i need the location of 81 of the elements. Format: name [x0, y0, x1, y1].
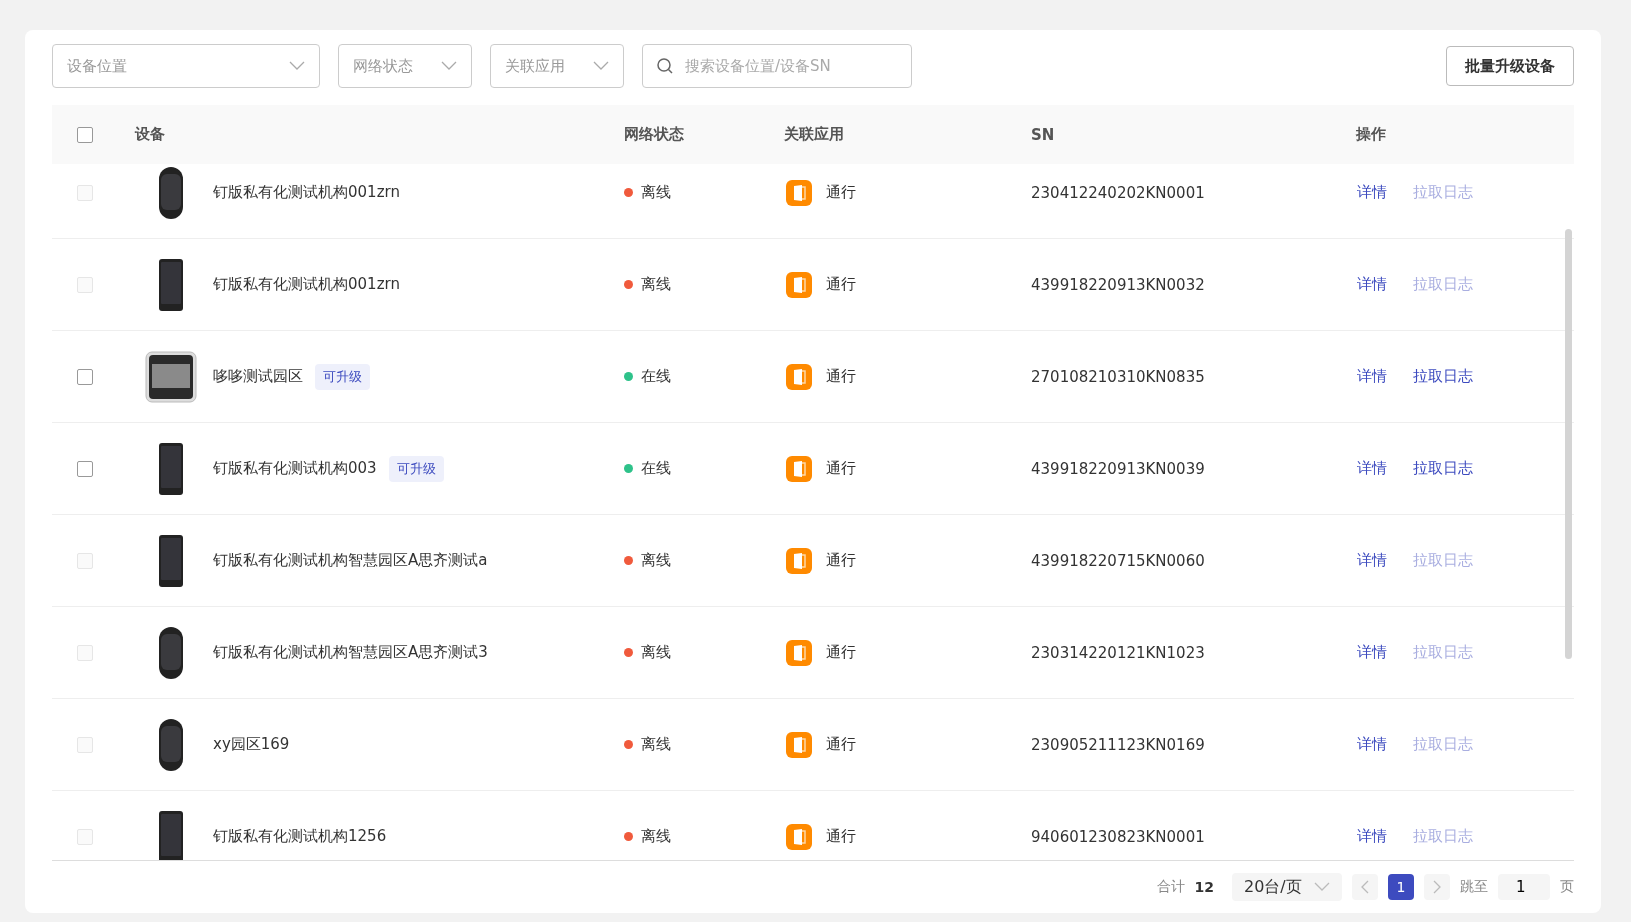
chevron-right-icon: [1433, 880, 1441, 894]
status-text: 离线: [641, 735, 671, 754]
status-text: 离线: [641, 643, 671, 662]
jump-label: 跳至: [1460, 878, 1488, 896]
upgradable-badge: 可升级: [388, 455, 444, 482]
device-icon: [158, 441, 184, 496]
next-page-button[interactable]: [1424, 874, 1450, 900]
chevron-down-icon: [1314, 882, 1330, 892]
device-name: 哆哆测试园区: [213, 367, 303, 386]
status-text: 在线: [641, 459, 671, 478]
serial-number: 270108210310KN0835: [1031, 367, 1205, 386]
row-checkbox[interactable]: [76, 460, 93, 477]
door-icon: [786, 363, 812, 390]
serial-number: 439918220715KN0060: [1031, 551, 1205, 570]
door-icon: [786, 823, 812, 850]
device-name: 钉版私有化测试机构003: [213, 459, 377, 478]
search-icon: [656, 57, 674, 75]
status-text: 离线: [641, 183, 671, 202]
page-unit-label: 页: [1560, 878, 1574, 896]
serial-number: 230905211123KN0169: [1031, 735, 1205, 754]
device-name: 钉版私有化测试机构001zrn: [213, 275, 400, 294]
page-number-button[interactable]: 1: [1388, 874, 1414, 900]
chevron-left-icon: [1361, 880, 1369, 894]
device-icon: [158, 717, 184, 772]
column-header: 设备: [135, 125, 165, 144]
chevron-down-icon: [593, 61, 609, 71]
total-count: 12: [1194, 879, 1214, 895]
door-icon: [786, 271, 812, 298]
app-name: 通行: [826, 183, 856, 202]
serial-number: 230314220121KN1023: [1031, 643, 1205, 662]
device-icon: [158, 625, 184, 680]
device-name: 钉版私有化测试机构001zrn: [213, 183, 400, 202]
total-label: 合计: [1156, 878, 1185, 896]
upgradable-badge: 可升级: [315, 363, 370, 390]
chevron-down-icon: [289, 61, 305, 71]
app-name: 通行: [826, 827, 856, 846]
search-field[interactable]: 搜索设备位置/设备SN: [642, 44, 912, 88]
app-name: 通行: [826, 735, 856, 754]
action-link[interactable]: 拉取日志: [1413, 459, 1473, 478]
device-name: 钉版私有化测试机构智慧园区A思齐测试a: [213, 551, 488, 570]
door-icon: [786, 731, 812, 758]
device-icon: [158, 809, 184, 860]
serial-number: 439918220913KN0032: [1031, 275, 1205, 294]
device-name: 钉版私有化测试机构智慧园区A思齐测试3: [213, 643, 488, 662]
app-name: 通行: [826, 643, 856, 662]
device-icon: [145, 350, 197, 403]
door-icon: [786, 455, 812, 482]
column-header: 网络状态: [624, 125, 684, 144]
device-icon: [158, 165, 184, 220]
select-all-checkbox[interactable]: [76, 126, 93, 143]
serial-number: 439918220913KN0039: [1031, 459, 1205, 478]
app-name: 通行: [826, 459, 856, 478]
serial-number: 940601230823KN0001: [1031, 827, 1205, 846]
scrollbar[interactable]: [1565, 229, 1572, 659]
device-icon: [158, 533, 184, 588]
app-name: 通行: [826, 275, 856, 294]
batch-upgrade-button[interactable]: 批量升级设备: [1446, 46, 1574, 86]
serial-number: 230412240202KN0001: [1031, 183, 1205, 202]
device-name: 钉版私有化测试机构1256: [213, 827, 387, 846]
column-header: 关联应用: [784, 125, 844, 144]
previous-page-button[interactable]: [1352, 874, 1378, 900]
status-text: 在线: [641, 367, 671, 386]
action-link[interactable]: 拉取日志: [1413, 367, 1473, 386]
status-text: 离线: [641, 275, 671, 294]
app-name: 通行: [826, 367, 856, 386]
device-name: xy园区169: [213, 735, 290, 754]
door-icon: [786, 179, 812, 206]
chevron-down-icon: [441, 61, 457, 71]
device-icon: [158, 257, 184, 312]
app-name: 通行: [826, 551, 856, 570]
status-text: 离线: [641, 551, 671, 570]
row-checkbox[interactable]: [76, 368, 93, 385]
status-text: 离线: [641, 827, 671, 846]
door-icon: [786, 639, 812, 666]
column-header: 操作: [1356, 125, 1386, 144]
jump-page-field[interactable]: 1: [1498, 874, 1550, 900]
column-header: SN: [1031, 125, 1055, 144]
door-icon: [786, 547, 812, 574]
page-size-select[interactable]: 20台/页: [1232, 873, 1342, 901]
action-link[interactable]: 详情: [1357, 459, 1387, 478]
action-link[interactable]: 详情: [1357, 367, 1387, 386]
